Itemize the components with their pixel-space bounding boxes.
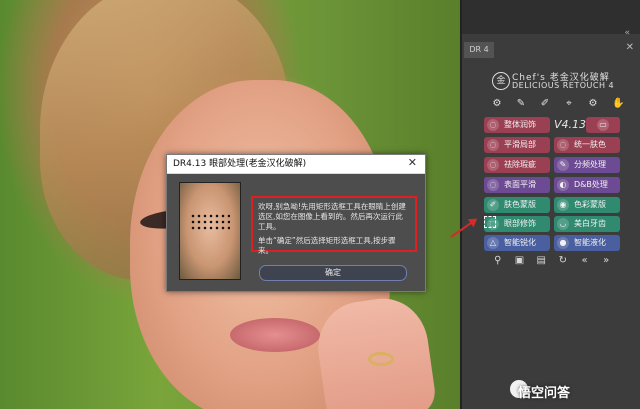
dodge-icon: ◐ [557, 179, 569, 191]
lasso-icon: ◌ [487, 139, 499, 151]
btn-smooth-local[interactable]: ◌ 平滑局部 [484, 137, 550, 153]
btn-dodge-burn[interactable]: ◐ D&B处理 [554, 177, 620, 193]
watermark-text: 悟空问答 [518, 386, 571, 401]
btn-surface-smooth[interactable]: ◌ 表面平滑 [484, 177, 550, 193]
btn-whiten-teeth[interactable]: ◡ 美白牙齿 [554, 216, 620, 232]
lasso-icon: ◌ [487, 119, 499, 131]
btn-label: 表面平滑 [504, 180, 536, 189]
dialog-title: DR4.13 眼部处理(老金汉化破解) [167, 155, 425, 174]
marquee-highlight [484, 216, 496, 228]
dr4-panel: « DR 4 ✕ 金 Chef's 老金汉化破解 DELICIOUS RETOU… [462, 0, 640, 409]
tab-dr4[interactable]: DR 4 [464, 42, 494, 58]
btn-label: 肤色蒙版 [504, 200, 536, 209]
brand-logo-icon: 金 [492, 72, 510, 90]
btn-label: 统一肤色 [574, 140, 606, 149]
triangle-icon: △ [487, 237, 499, 249]
btn-label: 整体润饰 [504, 120, 536, 129]
ring [368, 352, 394, 366]
back-icon[interactable]: « [579, 255, 591, 267]
pen-icon[interactable]: ✐ [540, 98, 550, 110]
hand-icon[interactable]: ✋ [612, 98, 624, 110]
eye-process-dialog: DR4.13 眼部处理(老金汉化破解) ✕ 欢呀,别急呦!先用矩形选框工具在眼睛… [166, 154, 426, 292]
circle-icon: ◉ [557, 199, 569, 211]
refresh-icon[interactable]: ↻ [557, 255, 569, 267]
lasso-icon: ◌ [487, 179, 499, 191]
window-icon[interactable]: ▣ [514, 255, 526, 267]
panel-topbar [462, 0, 640, 34]
brush-icon[interactable]: ✎ [516, 98, 526, 110]
lasso-icon: ◌ [557, 139, 569, 151]
btn-label: 眼部修饰 [504, 219, 536, 228]
btn-label: 美白牙齿 [574, 219, 606, 228]
settings-icon[interactable]: ⚙ [588, 98, 598, 110]
btn-frequency-separation[interactable]: ✎ 分频处理 [554, 157, 620, 173]
instruction-message: 欢呀,别急呦!先用矩形选框工具在眼睛上创建选区,如您在图像上看到的。然后再次运行… [251, 196, 417, 255]
btn-label: 分频处理 [574, 160, 606, 169]
btn-color-mask[interactable]: ◉ 色彩蒙版 [554, 197, 620, 213]
blob-icon: ● [557, 237, 569, 249]
lips-icon: ◡ [557, 218, 569, 230]
btn-label: 智能锐化 [504, 238, 536, 247]
version-label: V4.13 [554, 118, 587, 131]
brand-line-2: DELICIOUS RETOUCH 4 [512, 81, 615, 90]
btn-label: 平滑局部 [504, 140, 536, 149]
dialog-body: 欢呀,别急呦!先用矩形选框工具在眼睛上创建选区,如您在图像上看到的。然后再次运行… [167, 174, 425, 291]
btn-smart-sharpen[interactable]: △ 智能锐化 [484, 235, 550, 251]
btn-label: 色彩蒙版 [574, 200, 606, 209]
zoom-icon[interactable]: ⚲ [492, 255, 504, 267]
btn-remove-blemish[interactable]: ◌ 祛除瑕疵 [484, 157, 550, 173]
lasso-icon: ◌ [487, 159, 499, 171]
selection-dots [190, 213, 230, 231]
collapse-icon[interactable]: « [624, 28, 630, 38]
brush-icon: ✎ [557, 159, 569, 171]
btn-label: 智能液化 [574, 238, 606, 247]
btn-label: 祛除瑕疵 [504, 160, 536, 169]
btn-unify-skin[interactable]: ◌ 统一肤色 [554, 137, 620, 153]
close-icon[interactable]: ✕ [408, 156, 417, 169]
instruction-line-1: 欢呀,别急呦!先用矩形选框工具在眼睛上创建选区,如您在图像上看到的。然后再次运行… [258, 202, 406, 231]
close-icon[interactable]: ✕ [626, 42, 634, 53]
btn-skin-mask[interactable]: ✐ 肤色蒙版 [484, 197, 550, 213]
example-thumbnail [179, 182, 241, 280]
ok-button[interactable]: 确定 [259, 265, 407, 281]
instruction-line-2: 单击“确定”然后选择矩形选框工具,按步骤来。 [258, 236, 396, 255]
layers-icon[interactable]: ▤ [535, 255, 547, 267]
btn-label: D&B处理 [574, 180, 608, 189]
btn-smart-liquify[interactable]: ● 智能液化 [554, 235, 620, 251]
forward-icon[interactable]: » [600, 255, 612, 267]
btn-window-icon[interactable]: ▭ [586, 117, 620, 133]
lips [230, 318, 320, 352]
bottom-toolbar: ⚲ ▣ ▤ ↻ « » [492, 255, 612, 267]
window-icon: ▭ [597, 119, 609, 131]
top-toolbar: ⚙ ✎ ✐ ⌖ ⚙ ✋ [492, 98, 625, 110]
pen-icon: ✐ [487, 199, 499, 211]
btn-overall-retouch[interactable]: ◌ 整体润饰 [484, 117, 550, 133]
eyedropper-icon[interactable]: ⌖ [564, 98, 574, 110]
sliders-icon[interactable]: ⚙ [492, 98, 502, 110]
